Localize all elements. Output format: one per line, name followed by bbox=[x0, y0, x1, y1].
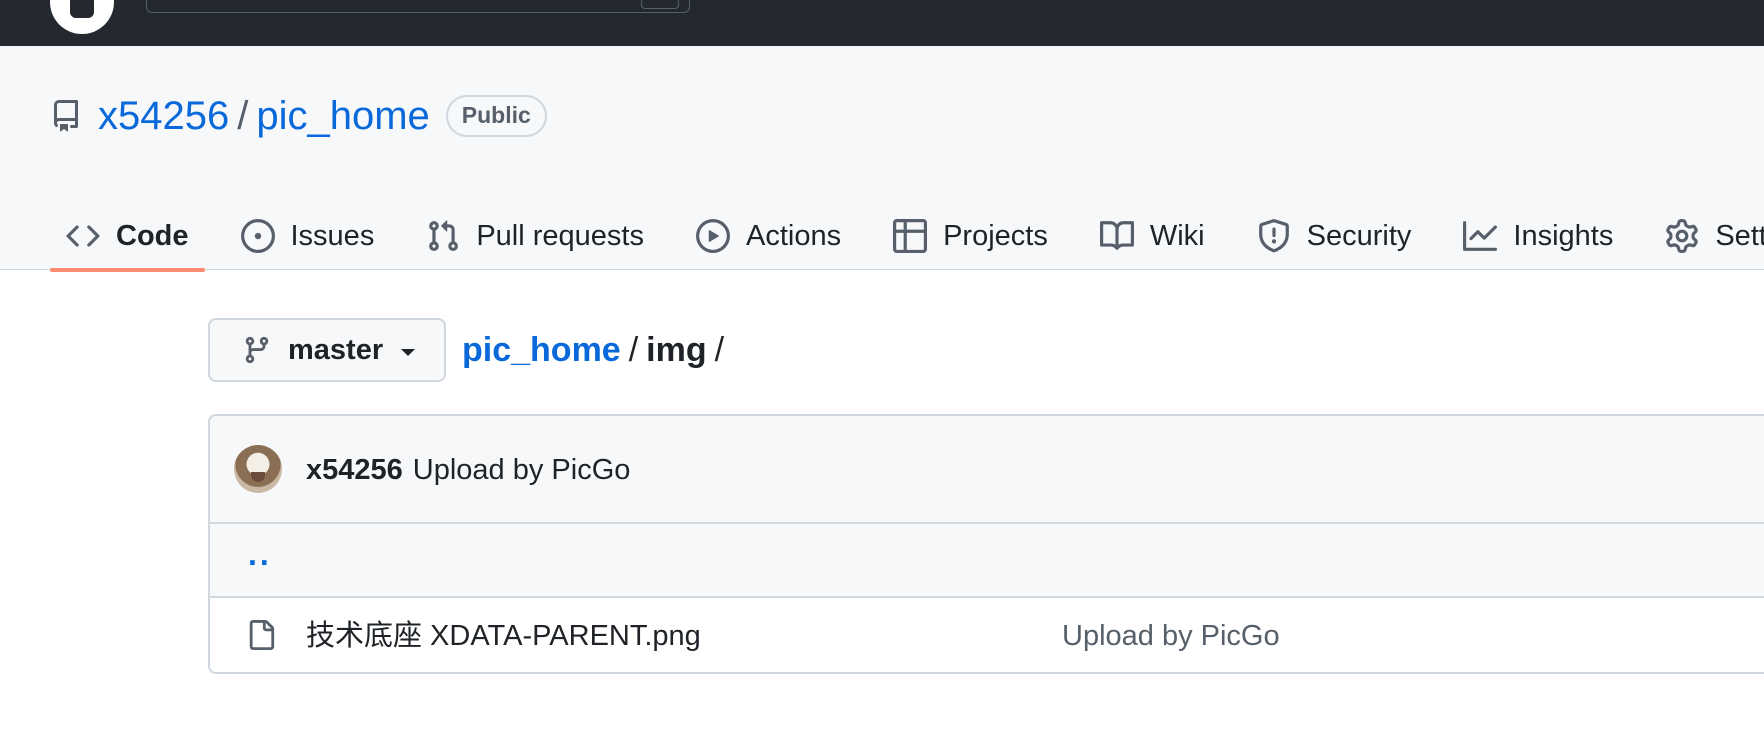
tab-label: Code bbox=[116, 219, 189, 252]
search-input[interactable] bbox=[146, 0, 690, 13]
visibility-badge: Public bbox=[445, 95, 547, 137]
tab-label: Issues bbox=[290, 219, 375, 252]
tab-insights[interactable]: Insights bbox=[1447, 204, 1629, 268]
avatar[interactable] bbox=[234, 445, 282, 493]
table-icon bbox=[893, 219, 928, 253]
branch-name: master bbox=[288, 333, 384, 366]
breadcrumb-current: img bbox=[646, 331, 707, 369]
breadcrumb: pic_home / img / bbox=[462, 328, 732, 372]
branch-select-button[interactable]: master bbox=[208, 318, 446, 382]
repository-header: x54256 / pic_home Public Code Issues Pul… bbox=[0, 46, 1764, 272]
breadcrumb-separator: / bbox=[628, 331, 639, 369]
repo-title: x54256 / pic_home Public bbox=[50, 86, 547, 146]
graph-icon bbox=[1463, 221, 1498, 251]
tab-label: Actions bbox=[745, 219, 842, 252]
table-row[interactable]: 技术底座 XDATA-PARENT.png Upload by PicGo bbox=[210, 598, 1764, 672]
tab-security[interactable]: Security bbox=[1241, 204, 1428, 268]
tab-label: Setti bbox=[1715, 219, 1764, 252]
repo-icon bbox=[53, 100, 78, 132]
tab-wiki[interactable]: Wiki bbox=[1084, 204, 1221, 268]
tab-code[interactable]: Code bbox=[50, 204, 205, 272]
pull-request-icon bbox=[429, 220, 459, 251]
file-list: x54256 Upload by PicGo .. 技术底座 XDATA-PARE… bbox=[208, 414, 1764, 674]
repo-nav-tabs: Code Issues Pull requests Actions Projec… bbox=[50, 204, 1764, 272]
code-icon bbox=[66, 225, 100, 247]
github-logo-icon[interactable] bbox=[50, 0, 114, 34]
tab-projects[interactable]: Projects bbox=[877, 204, 1064, 268]
file-commit-message-link[interactable]: Upload by PicGo bbox=[1062, 616, 1280, 656]
latest-commit-text: x54256 Upload by PicGo bbox=[306, 450, 630, 490]
branch-icon bbox=[245, 336, 269, 364]
shield-icon bbox=[1258, 219, 1289, 253]
tab-label: Insights bbox=[1513, 219, 1614, 252]
commit-message-link[interactable]: Upload by PicGo bbox=[413, 454, 631, 486]
tab-issues[interactable]: Issues bbox=[225, 204, 391, 268]
global-header bbox=[0, 0, 1764, 46]
tab-label: Projects bbox=[943, 219, 1048, 252]
gear-icon bbox=[1666, 219, 1699, 253]
file-name-link[interactable]: 技术底座 XDATA-PARENT.png bbox=[306, 616, 701, 656]
latest-commit-bar: x54256 Upload by PicGo bbox=[210, 416, 1764, 524]
search-shortcut-key bbox=[641, 0, 679, 9]
parent-directory-link[interactable]: .. bbox=[248, 536, 272, 573]
tab-actions[interactable]: Actions bbox=[680, 204, 857, 268]
tab-label: Pull requests bbox=[476, 219, 644, 252]
repo-name-link[interactable]: pic_home bbox=[256, 94, 429, 139]
parent-directory-row[interactable]: .. bbox=[210, 524, 1764, 598]
breadcrumb-separator: / bbox=[714, 331, 725, 369]
play-icon bbox=[695, 219, 730, 253]
issue-icon bbox=[240, 219, 275, 253]
breadcrumb-root-link[interactable]: pic_home bbox=[462, 331, 621, 369]
chevron-down-icon bbox=[401, 348, 416, 356]
commit-author-link[interactable]: x54256 bbox=[306, 454, 403, 486]
tab-label: Wiki bbox=[1149, 219, 1205, 252]
file-icon bbox=[249, 620, 275, 650]
repo-path-separator: / bbox=[237, 93, 249, 138]
tab-settings[interactable]: Setti bbox=[1649, 204, 1764, 268]
tab-label: Security bbox=[1306, 219, 1412, 252]
tab-pull-requests[interactable]: Pull requests bbox=[410, 204, 660, 268]
repo-owner-link[interactable]: x54256 bbox=[98, 94, 229, 139]
book-icon bbox=[1099, 221, 1134, 250]
